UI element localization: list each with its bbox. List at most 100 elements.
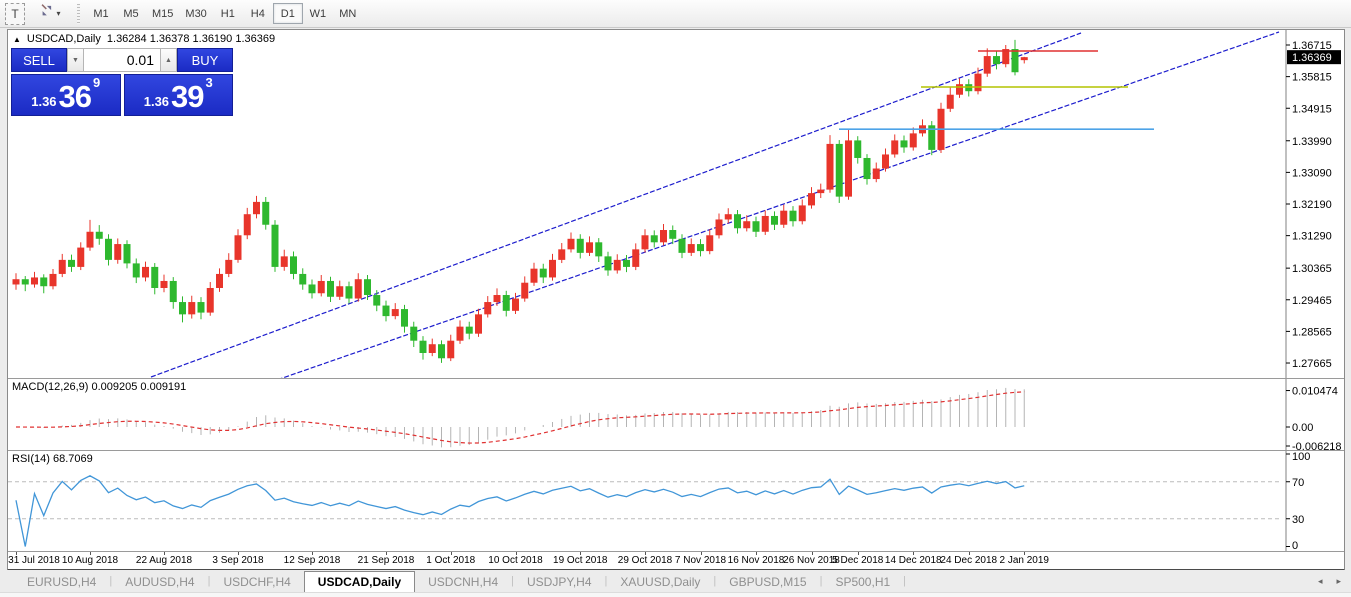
timeframe-m15[interactable]: M15: [146, 3, 179, 24]
macd-axis-label: -0.006218: [1292, 441, 1342, 450]
candle-body: [21, 279, 29, 285]
timeframe-w1[interactable]: W1: [303, 3, 333, 24]
buy-button[interactable]: BUY: [177, 48, 233, 72]
volume-input[interactable]: [84, 49, 160, 71]
tab-usdjpy-h4[interactable]: USDJPY,H4: [514, 572, 604, 592]
rsi-chart[interactable]: 100 70 30 0: [8, 451, 1344, 551]
candle-body: [317, 280, 325, 294]
price-axis-label: 1.30365: [1292, 263, 1332, 275]
candle-body: [974, 73, 982, 92]
candle-body: [290, 256, 297, 274]
price-axis-label: 1.32190: [1292, 199, 1332, 211]
volume-decrease-button[interactable]: ▼: [67, 48, 84, 72]
candle-body: [465, 326, 473, 334]
candle-body: [780, 210, 788, 225]
candle-body: [77, 247, 85, 267]
candle-body: [891, 140, 899, 155]
macd-axis-label: 0.010474: [1292, 386, 1338, 398]
candle-body: [160, 280, 168, 288]
tab-separator: |: [903, 575, 907, 587]
volume-field-wrap: [84, 48, 160, 72]
buy-price-box[interactable]: 1.36 39 3: [123, 74, 233, 116]
candle-body: [438, 344, 445, 359]
timeframe-m30[interactable]: M30: [179, 3, 212, 24]
timeframe-m1[interactable]: M1: [86, 3, 116, 24]
candle-body: [49, 273, 57, 287]
tab-usdcad-daily[interactable]: USDCAD,Daily: [303, 571, 416, 592]
tab-usdcnh-h4[interactable]: USDCNH,H4: [415, 572, 511, 592]
symbol-name: USDCAD,Daily: [26, 33, 101, 45]
current-price-label: 1.36369: [1292, 52, 1332, 64]
candle-body: [197, 302, 205, 313]
candle-body: [798, 205, 806, 222]
macd-pane[interactable]: 0.010474 0.00 -0.006218 MACD(12,26,9) 0.00…: [8, 378, 1344, 450]
tab-scroll-left-icon[interactable]: ◂: [1318, 576, 1323, 587]
tab-audusd-h4[interactable]: AUDUSD,H4: [112, 572, 207, 592]
candle-body: [660, 230, 667, 243]
candle-body: [86, 231, 94, 248]
candle-body: [789, 210, 797, 222]
date-axis[interactable]: 31 Jul 2018 10 Aug 2018 22 Aug 2018 3 Sep 2…: [8, 551, 1344, 569]
candle-body: [12, 279, 20, 285]
tab-xauusd-daily[interactable]: XAUUSD,Daily: [607, 572, 713, 592]
rsi-axis-label: 30: [1292, 514, 1304, 526]
arrow-objects-button[interactable]: ▾: [33, 3, 67, 25]
timeframe-d1[interactable]: D1: [272, 3, 303, 24]
candle-body: [68, 259, 75, 267]
candle-body: [308, 284, 316, 294]
candle-body: [206, 287, 214, 313]
candle-body: [687, 244, 695, 253]
candle-body: [327, 280, 334, 297]
tab-usdchf-h4[interactable]: USDCHF,H4: [210, 572, 303, 592]
timeframe-m5[interactable]: M5: [116, 3, 146, 24]
candle-body: [956, 84, 963, 95]
timeframe-h1[interactable]: H1: [213, 3, 243, 24]
candle-body: [872, 168, 880, 180]
text-tool-button[interactable]: T: [5, 2, 25, 25]
candle-body: [1020, 57, 1028, 61]
tab-scroll-right-icon[interactable]: ▸: [1336, 576, 1341, 587]
candle-body: [151, 266, 159, 288]
timeframe-mn[interactable]: MN: [333, 3, 363, 24]
price-axis-label: 1.29465: [1292, 295, 1332, 307]
candle-body: [475, 314, 482, 334]
candle-body: [271, 224, 279, 267]
candle-body: [502, 295, 510, 311]
sell-button[interactable]: SELL: [11, 48, 67, 72]
diagonal-arrows-icon: [39, 4, 53, 23]
candle-body: [613, 259, 621, 271]
candle-body: [188, 302, 196, 315]
candle-body: [493, 295, 501, 303]
date-label: 24 Dec 2018: [940, 555, 998, 566]
volume-increase-button[interactable]: ▲: [160, 48, 177, 72]
tab-eurusd-h4[interactable]: EURUSD,H4: [14, 572, 109, 592]
timeframe-h4[interactable]: H4: [243, 3, 273, 24]
price-pane[interactable]: 1.36715 1.35815 1.34915 1.33990 1.33090 1.321…: [8, 30, 1344, 378]
candle-body: [549, 259, 556, 278]
candle-body: [576, 238, 584, 253]
date-label: 31 Jul 2018: [8, 555, 60, 566]
buy-price-big: 39: [171, 79, 204, 115]
date-label: 3 Sep 2018: [212, 555, 264, 566]
sell-price-box[interactable]: 1.36 36 9: [11, 74, 121, 116]
date-label: 14 Dec 2018: [884, 555, 942, 566]
sell-price-big: 36: [58, 79, 92, 115]
candle-body: [40, 277, 48, 287]
buy-price-pip: 3: [205, 75, 213, 90]
candle-body: [983, 56, 991, 74]
macd-chart[interactable]: 0.010474 0.00 -0.006218: [8, 379, 1344, 450]
candle-body: [715, 219, 723, 236]
date-label: 16 Nov 2018: [727, 555, 785, 566]
rsi-pane[interactable]: 100 70 30 0 RSI(14) 68.7069: [8, 450, 1344, 551]
candle-body: [678, 238, 686, 253]
ohlc-readout: 1.36284 1.36378 1.36190 1.36369: [106, 33, 276, 45]
collapse-arrow-icon[interactable]: ▲: [13, 35, 21, 44]
candle-body: [142, 266, 149, 278]
candle-body: [123, 244, 131, 264]
macd-axis-label: 0.00: [1292, 422, 1313, 434]
dropdown-caret-icon: ▾: [56, 9, 61, 18]
candle-body: [345, 286, 353, 299]
candle-body: [641, 235, 649, 250]
tab-sp500-h1[interactable]: SP500,H1: [822, 572, 903, 592]
tab-gbpusd-m15[interactable]: GBPUSD,M15: [716, 572, 819, 592]
